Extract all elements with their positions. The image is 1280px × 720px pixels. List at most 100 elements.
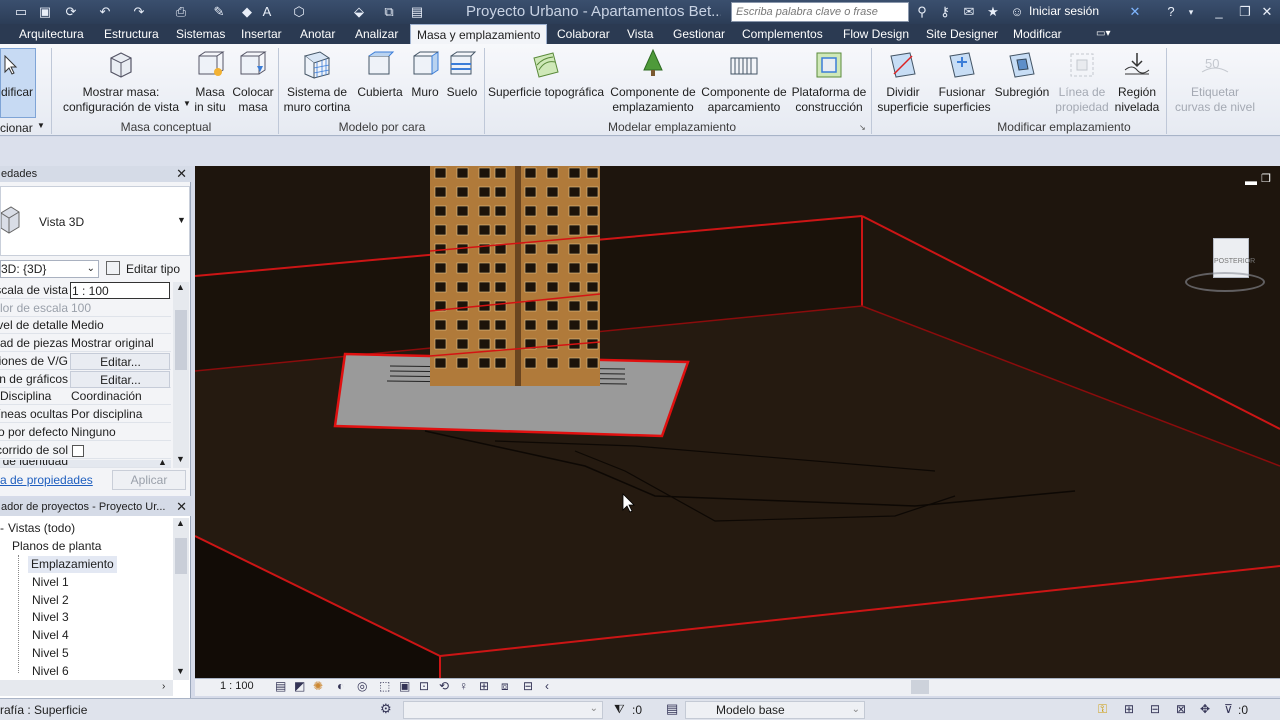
drag-elements-icon[interactable]: ✥: [1200, 702, 1210, 716]
tree-item-level[interactable]: Nivel 3: [32, 609, 69, 626]
select-menu[interactable]: cionar: [0, 121, 33, 135]
sun-path-checkbox-cell[interactable]: [70, 442, 170, 459]
undo-icon[interactable]: ↶: [96, 3, 114, 21]
show-crop-icon[interactable]: ▣: [399, 679, 410, 693]
sync-icon[interactable]: ⟳: [62, 3, 80, 21]
reveal-hidden-icon[interactable]: ♀: [459, 679, 468, 693]
tab-vista[interactable]: Vista: [627, 24, 653, 44]
property-value[interactable]: Ninguno: [70, 424, 170, 441]
wall-by-face-button[interactable]: Muro: [406, 48, 444, 118]
temp-hide-icon[interactable]: ⟲: [439, 679, 449, 693]
design-option-select[interactable]: Modelo base ⌄: [685, 701, 865, 719]
tab-arquitectura[interactable]: Arquitectura: [19, 24, 84, 44]
tree-item-level[interactable]: Nivel 5: [32, 645, 69, 662]
property-row[interactable]: Escala de vista1 : 100: [0, 282, 171, 299]
subregion-button[interactable]: Subregión: [994, 48, 1050, 118]
type-dropdown-icon[interactable]: ▼: [177, 215, 186, 225]
star-icon[interactable]: ★: [984, 3, 1002, 21]
tab-sistemas[interactable]: Sistemas: [176, 24, 225, 44]
scroll-left-icon[interactable]: ‹: [545, 679, 549, 693]
select-dropdown-icon[interactable]: ▼: [37, 121, 45, 130]
browser-hscrollbar[interactable]: ›: [0, 680, 173, 696]
tab-masa-emplazamiento[interactable]: Masa y emplazamiento: [410, 24, 548, 44]
analytical-model-icon[interactable]: ⧈: [501, 679, 509, 694]
user-icon[interactable]: ☺: [1008, 3, 1026, 21]
links-icon[interactable]: ⚿: [1098, 702, 1107, 717]
save-icon[interactable]: ▣: [36, 3, 54, 21]
graded-region-button[interactable]: Región nivelada: [1112, 48, 1162, 118]
scroll-down-icon[interactable]: ▼: [176, 666, 185, 676]
browser-scrollbar[interactable]: ▲ ▼: [173, 518, 189, 680]
minimize-icon[interactable]: _: [1210, 3, 1228, 21]
tree-item-floor-plans[interactable]: Planos de planta: [12, 538, 101, 555]
show-mass-button[interactable]: Mostrar masa: configuración de vista: [56, 48, 186, 118]
restore-icon[interactable]: ❐: [1236, 3, 1254, 21]
exchange-icon[interactable]: ✕: [1126, 3, 1144, 21]
login-link[interactable]: Iniciar sesión: [1029, 4, 1099, 18]
sun-path-icon[interactable]: ✺: [313, 679, 323, 693]
scroll-thumb[interactable]: [175, 310, 187, 370]
merge-surfaces-button[interactable]: Fusionar superficies: [932, 48, 992, 118]
ribbon-toggle-icon[interactable]: ▭▾: [1096, 24, 1110, 44]
pinned-icon[interactable]: ⊟: [1150, 702, 1160, 716]
place-mass-button[interactable]: Colocar masa: [231, 48, 275, 118]
tree-item-level[interactable]: Nivel 1: [32, 574, 69, 591]
property-row[interactable]: Visibilidad de piezasMostrar original: [0, 335, 171, 352]
tab-flow-design[interactable]: Flow Design: [843, 24, 909, 44]
help-dropdown-icon[interactable]: ▾: [1182, 3, 1200, 21]
scroll-up-icon[interactable]: ▲: [176, 282, 185, 292]
crop-view-icon[interactable]: ⬚: [379, 679, 390, 693]
underlay-icon[interactable]: ⊞: [1124, 702, 1134, 716]
view-scale-field[interactable]: 1 : 100: [70, 282, 170, 299]
scroll-right-icon[interactable]: ›: [162, 681, 165, 692]
scroll-up-icon[interactable]: ▲: [176, 518, 185, 528]
type-selector[interactable]: Vista 3D ▼: [0, 186, 190, 256]
shadows-icon[interactable]: ◐: [337, 679, 344, 693]
workset-select[interactable]: ⌄: [403, 701, 603, 719]
communication-icon[interactable]: ✉: [960, 3, 978, 21]
roof-by-face-button[interactable]: Cubierta: [356, 48, 404, 118]
measure-icon[interactable]: ✎: [210, 3, 228, 21]
edit-vg-button[interactable]: Editar...: [70, 353, 170, 370]
parking-component-button[interactable]: Componente de aparcamiento: [700, 48, 788, 118]
tree-item-level[interactable]: Nivel 4: [32, 627, 69, 644]
curtain-system-button[interactable]: Sistema de muro cortina: [282, 48, 352, 118]
edit-type-button[interactable]: Editar tipo: [104, 260, 190, 278]
in-place-mass-button[interactable]: Masa in situ: [191, 48, 229, 118]
split-surface-button[interactable]: Dividir superficie: [874, 48, 932, 118]
building-pad-button[interactable]: Plataforma de construcción: [790, 48, 868, 118]
visual-style-icon[interactable]: ◩: [294, 679, 305, 693]
properties-scrollbar[interactable]: ▲ ▼: [173, 282, 189, 468]
folder-icon[interactable]: ▭: [12, 3, 30, 21]
close-hidden-icon[interactable]: ⧉: [380, 3, 398, 21]
property-row[interactable]: Estilo por defectoNinguno: [0, 424, 171, 441]
panel-launcher-icon[interactable]: ↘: [859, 123, 866, 132]
tab-anotar[interactable]: Anotar: [300, 24, 335, 44]
view3d-icon[interactable]: ⬡: [290, 3, 308, 21]
tree-item-level[interactable]: Nivel 2: [32, 592, 69, 609]
property-value[interactable]: Mostrar original: [70, 335, 170, 352]
tab-insertar[interactable]: Insertar: [241, 24, 282, 44]
search-input[interactable]: Escriba palabra clave o frase: [731, 2, 909, 22]
properties-help-link[interactable]: a de propiedades: [0, 473, 93, 487]
property-row[interactable]: Mostrar líneas ocultasPor disciplina: [0, 406, 171, 423]
filter-count-icon[interactable]: ⧨: [614, 702, 625, 717]
switch-windows-icon[interactable]: ▤: [408, 3, 426, 21]
view-scale[interactable]: 1 : 100: [220, 680, 254, 692]
tree-item-views[interactable]: Vistas (todo): [8, 520, 75, 537]
tab-gestionar[interactable]: Gestionar: [673, 24, 725, 44]
edit-graphics-button[interactable]: Editar...: [70, 371, 170, 388]
text-icon[interactable]: A: [258, 3, 276, 21]
design-options-icon[interactable]: ▤: [666, 701, 678, 717]
print-icon[interactable]: ⎙: [172, 3, 190, 21]
binoculars-icon[interactable]: ⚲: [913, 3, 931, 21]
dimension-icon[interactable]: ◆: [238, 3, 256, 21]
view-cube-ring[interactable]: [1185, 272, 1265, 292]
tab-modificar[interactable]: Modificar: [1013, 24, 1062, 44]
help-icon[interactable]: ?: [1162, 3, 1180, 21]
apply-button[interactable]: Aplicar: [112, 470, 186, 490]
floor-by-face-button[interactable]: Suelo: [444, 48, 480, 118]
tree-expander-icon[interactable]: -: [0, 520, 4, 537]
render-icon[interactable]: ◎: [357, 679, 367, 693]
toposurface-button[interactable]: Superficie topográfica: [487, 48, 605, 118]
